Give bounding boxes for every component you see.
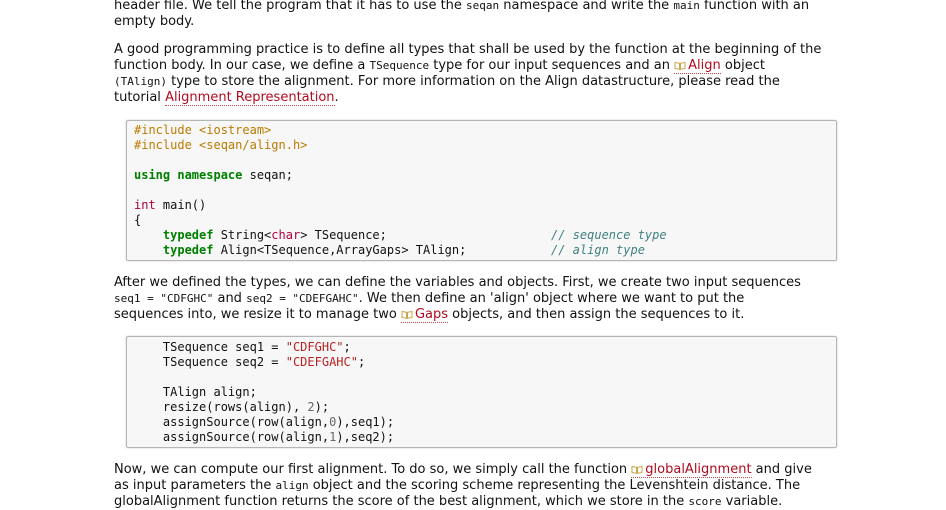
paragraph-types: A good programming practice is to define… xyxy=(114,42,822,106)
link-align[interactable]: Align xyxy=(674,58,721,74)
link-alignment-representation[interactable]: Alignment Representation xyxy=(165,90,335,106)
code-line: assignSource(row(align,1),seq2); xyxy=(162,430,395,444)
code-line: typedef String<char> TSequence;// sequen… xyxy=(162,228,667,242)
inline-code-align: align xyxy=(275,479,309,492)
code-line: resize(rows(align), 2); xyxy=(162,400,330,414)
inline-code-score: score xyxy=(688,495,722,508)
code-line: int main() xyxy=(134,198,207,212)
inline-code-seq2: seq2 = "CDEFGAHC" xyxy=(246,292,359,305)
book-icon xyxy=(401,310,413,319)
code-line: TSequence seq2 = "CDEFGAHC"; xyxy=(162,355,366,369)
book-icon xyxy=(631,465,643,474)
paragraph-intro: header file. We tell the program that it… xyxy=(114,0,810,29)
inline-code-tsequence: TSequence xyxy=(369,59,430,72)
paragraph-variables: After we defined the types, we can defin… xyxy=(114,275,801,323)
code-line: #include <seqan/align.h> xyxy=(134,138,308,152)
code-line: #include <iostream> xyxy=(134,123,272,137)
code-comment: // align type xyxy=(551,243,645,257)
code-line: typedef Align<TSequence,ArrayGaps> TAlig… xyxy=(162,243,645,257)
code-line: { xyxy=(134,213,142,227)
code-comment: // sequence type xyxy=(551,228,667,242)
paragraph-alignment: Now, we can compute our first alignment.… xyxy=(114,462,812,509)
inline-code-seqan: seqan xyxy=(466,0,500,12)
inline-code-talign: (TAlign) xyxy=(114,75,167,88)
code-line: TSequence seq1 = "CDFGHC"; xyxy=(162,340,351,354)
code-block-variables: TSequence seq1 = "CDFGHC"; TSequence seq… xyxy=(126,336,837,448)
book-icon xyxy=(674,61,686,70)
code-block-types: #include <iostream> #include <seqan/alig… xyxy=(126,120,837,261)
link-global-alignment[interactable]: globalAlignment xyxy=(631,462,752,478)
code-line: assignSource(row(align,0),seq1); xyxy=(162,415,395,429)
code-line: TAlign align; xyxy=(162,385,257,399)
inline-code-seq1: seq1 = "CDFGHC" xyxy=(114,292,214,305)
code-line: using namespace seqan; xyxy=(134,168,293,182)
link-gaps[interactable]: Gaps xyxy=(400,307,449,323)
inline-code-main: main xyxy=(673,0,700,12)
